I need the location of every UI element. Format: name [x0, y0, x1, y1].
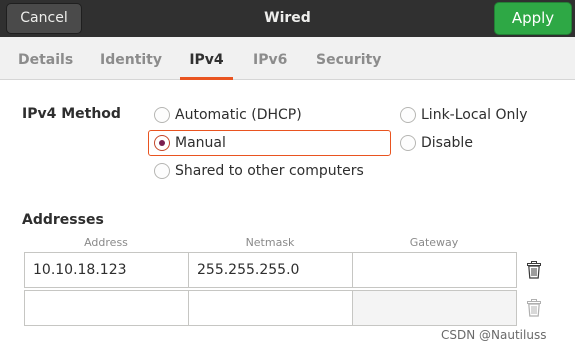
- dialog-title: Wired: [264, 10, 311, 26]
- radio-button[interactable]: [400, 107, 416, 123]
- cancel-button[interactable]: Cancel: [6, 3, 82, 34]
- radio-disable[interactable]: Disable: [400, 131, 473, 155]
- trash-icon: [527, 299, 541, 317]
- column-header-netmask: Netmask: [245, 236, 295, 249]
- delete-row-button[interactable]: [521, 257, 547, 283]
- tab-bar: Details Identity IPv4 IPv6 Security: [0, 37, 575, 80]
- radio-label: Shared to other computers: [175, 163, 364, 179]
- tab-ipv6[interactable]: IPv6: [253, 37, 287, 80]
- netmask-input[interactable]: 255.255.255.0: [188, 252, 353, 288]
- radio-button[interactable]: [154, 107, 170, 123]
- apply-button[interactable]: Apply: [494, 2, 572, 35]
- radio-label: Manual: [175, 135, 226, 151]
- radio-automatic-dhcp[interactable]: Automatic (DHCP): [154, 103, 302, 127]
- radio-button[interactable]: [154, 163, 170, 179]
- column-header-gateway: Gateway: [409, 236, 459, 249]
- radio-button-checked[interactable]: [154, 135, 170, 151]
- radio-link-local[interactable]: Link-Local Only: [400, 103, 528, 127]
- column-header-address: Address: [84, 236, 128, 249]
- tab-security[interactable]: Security: [316, 37, 381, 80]
- addresses-label: Addresses: [22, 212, 104, 228]
- tab-identity[interactable]: Identity: [100, 37, 162, 80]
- radio-label: Automatic (DHCP): [175, 107, 302, 123]
- netmask-input[interactable]: [188, 290, 353, 326]
- watermark-text: CSDN @Nautiluss: [441, 328, 547, 342]
- gateway-input[interactable]: [352, 252, 517, 288]
- delete-row-button[interactable]: [521, 295, 547, 321]
- radio-label: Link-Local Only: [421, 107, 528, 123]
- radio-label: Disable: [421, 135, 473, 151]
- radio-manual[interactable]: Manual: [154, 131, 226, 155]
- radio-shared[interactable]: Shared to other computers: [154, 159, 364, 183]
- radio-button[interactable]: [400, 135, 416, 151]
- header-bar: Cancel Wired Apply: [0, 0, 575, 37]
- tab-ipv4[interactable]: IPv4: [180, 37, 233, 80]
- ipv4-method-label: IPv4 Method: [22, 106, 121, 122]
- address-input[interactable]: 10.10.18.123: [24, 252, 189, 288]
- trash-icon: [527, 261, 541, 279]
- address-input[interactable]: [24, 290, 189, 326]
- gateway-input[interactable]: [352, 290, 517, 326]
- tab-details[interactable]: Details: [18, 37, 73, 80]
